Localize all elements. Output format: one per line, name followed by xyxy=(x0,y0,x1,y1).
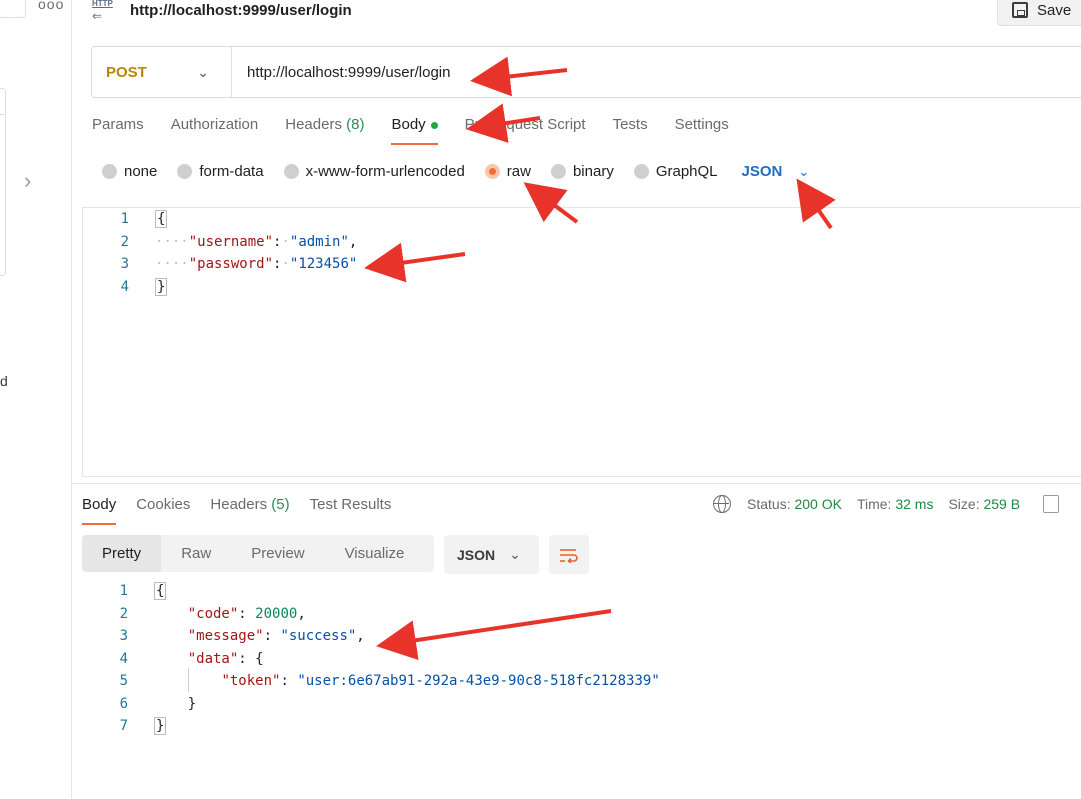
code-line: 2 "code": 20000, xyxy=(119,606,306,622)
response-tabs: Body Cookies Headers (5) Test Results xyxy=(82,496,411,525)
radio-icon xyxy=(177,164,193,179)
code-line: 3 ····"password":·"123456" xyxy=(120,256,358,272)
response-format-select[interactable]: JSON ⌄ xyxy=(444,535,539,574)
http-request-icon: HTTP ⇐ xyxy=(92,0,113,23)
response-body-viewer[interactable]: 1{ 2 "code": 20000, 3 "message": "succes… xyxy=(82,580,1081,740)
body-type-none[interactable]: none xyxy=(102,163,157,180)
radio-icon xyxy=(102,164,117,179)
time-info[interactable]: Time: 32 ms xyxy=(857,496,934,512)
view-raw[interactable]: Raw xyxy=(161,535,231,572)
code-line: 2 ····"username":·"admin", xyxy=(120,234,358,250)
body-format-select[interactable]: JSON ⌄ xyxy=(742,163,810,180)
resp-tab-cookies[interactable]: Cookies xyxy=(136,496,190,523)
tab-params[interactable]: Params xyxy=(92,116,144,143)
code-line: 3 "message": "success", xyxy=(119,628,365,644)
radio-icon xyxy=(550,164,566,179)
url-input[interactable] xyxy=(247,63,947,81)
tab-tests[interactable]: Tests xyxy=(613,116,648,143)
code-line: 5 "token": "user:6e67ab91-292a-43e9-90c8… xyxy=(119,673,660,689)
left-sidebar: ooo › d xyxy=(0,0,72,799)
chevron-down-icon: ⌄ xyxy=(197,63,209,80)
chevron-down-icon: ⌄ xyxy=(798,163,810,179)
view-visualize[interactable]: Visualize xyxy=(325,535,425,572)
request-title-bar: HTTP ⇐ http://localhost:9999/user/login xyxy=(90,0,352,23)
request-title[interactable]: http://localhost:9999/user/login xyxy=(130,2,352,19)
truncated-sidebar-text: d xyxy=(0,373,8,389)
resp-tab-body[interactable]: Body xyxy=(82,496,117,525)
code-line: 4 "data": { xyxy=(119,651,264,667)
resp-tab-headers[interactable]: Headers (5) xyxy=(210,496,289,523)
view-pretty[interactable]: Pretty xyxy=(82,535,162,572)
chevron-right-icon[interactable]: › xyxy=(24,168,31,194)
body-type-binary[interactable]: binary xyxy=(550,163,614,180)
request-tabs: Params Authorization Headers (8) Body Pr… xyxy=(92,116,756,145)
tab-pre-request-script[interactable]: Pre-request Script xyxy=(465,116,586,143)
wrap-icon xyxy=(560,548,578,563)
radio-icon xyxy=(633,164,649,179)
status-info[interactable]: Status: 200 OK xyxy=(747,496,842,512)
method-selector[interactable]: POST ⌄ xyxy=(92,47,232,97)
request-body-editor[interactable]: 1{ 2 ····"username":·"admin", 3 ····"passw… xyxy=(82,207,1081,477)
body-type-urlencoded[interactable]: x-www-form-urlencoded xyxy=(283,163,465,180)
save-button[interactable]: Save xyxy=(997,0,1081,26)
sidebar-panel-divider xyxy=(0,114,6,115)
body-type-form-data[interactable]: form-data xyxy=(177,163,264,180)
body-type-graphql[interactable]: GraphQL xyxy=(633,163,718,180)
body-type-raw[interactable]: raw xyxy=(484,163,531,180)
response-view-tabs: Pretty Raw Preview Visualize xyxy=(82,535,434,572)
resp-tab-test-results[interactable]: Test Results xyxy=(310,496,392,523)
word-wrap-button[interactable] xyxy=(549,535,589,574)
tab-body[interactable]: Body xyxy=(391,116,438,145)
save-label: Save xyxy=(1037,1,1072,19)
indent-guide xyxy=(188,668,189,692)
save-response-icon[interactable] xyxy=(1043,495,1060,513)
view-preview[interactable]: Preview xyxy=(231,535,324,572)
body-type-options: none form-data x-www-form-urlencoded raw… xyxy=(102,163,809,180)
panel-divider xyxy=(72,483,1081,484)
tab-headers[interactable]: Headers (8) xyxy=(285,116,364,143)
sidebar-top-box xyxy=(0,0,26,18)
response-meta: Status: 200 OK Time: 32 ms Size: 259 B xyxy=(713,495,1060,513)
radio-icon xyxy=(283,164,299,179)
code-line: 1{ xyxy=(119,582,167,600)
radio-selected-icon xyxy=(484,164,500,179)
url-bar: POST ⌄ xyxy=(91,46,1081,98)
more-options-icon[interactable]: ooo xyxy=(38,0,64,12)
code-line: 6 } xyxy=(119,696,197,712)
code-line: 1{ xyxy=(120,210,168,228)
sidebar-panel xyxy=(0,88,6,276)
headers-count: (8) xyxy=(346,116,365,133)
code-line: 4} xyxy=(120,278,168,296)
size-info[interactable]: Size: 259 B xyxy=(948,496,1020,512)
chevron-down-icon: ⌄ xyxy=(509,546,521,562)
save-icon xyxy=(1012,2,1028,18)
tab-authorization[interactable]: Authorization xyxy=(171,116,259,143)
code-line: 7} xyxy=(119,717,167,735)
method-label: POST xyxy=(106,63,147,81)
tab-settings[interactable]: Settings xyxy=(675,116,729,143)
body-active-dot xyxy=(430,121,438,129)
globe-icon[interactable] xyxy=(713,495,731,513)
